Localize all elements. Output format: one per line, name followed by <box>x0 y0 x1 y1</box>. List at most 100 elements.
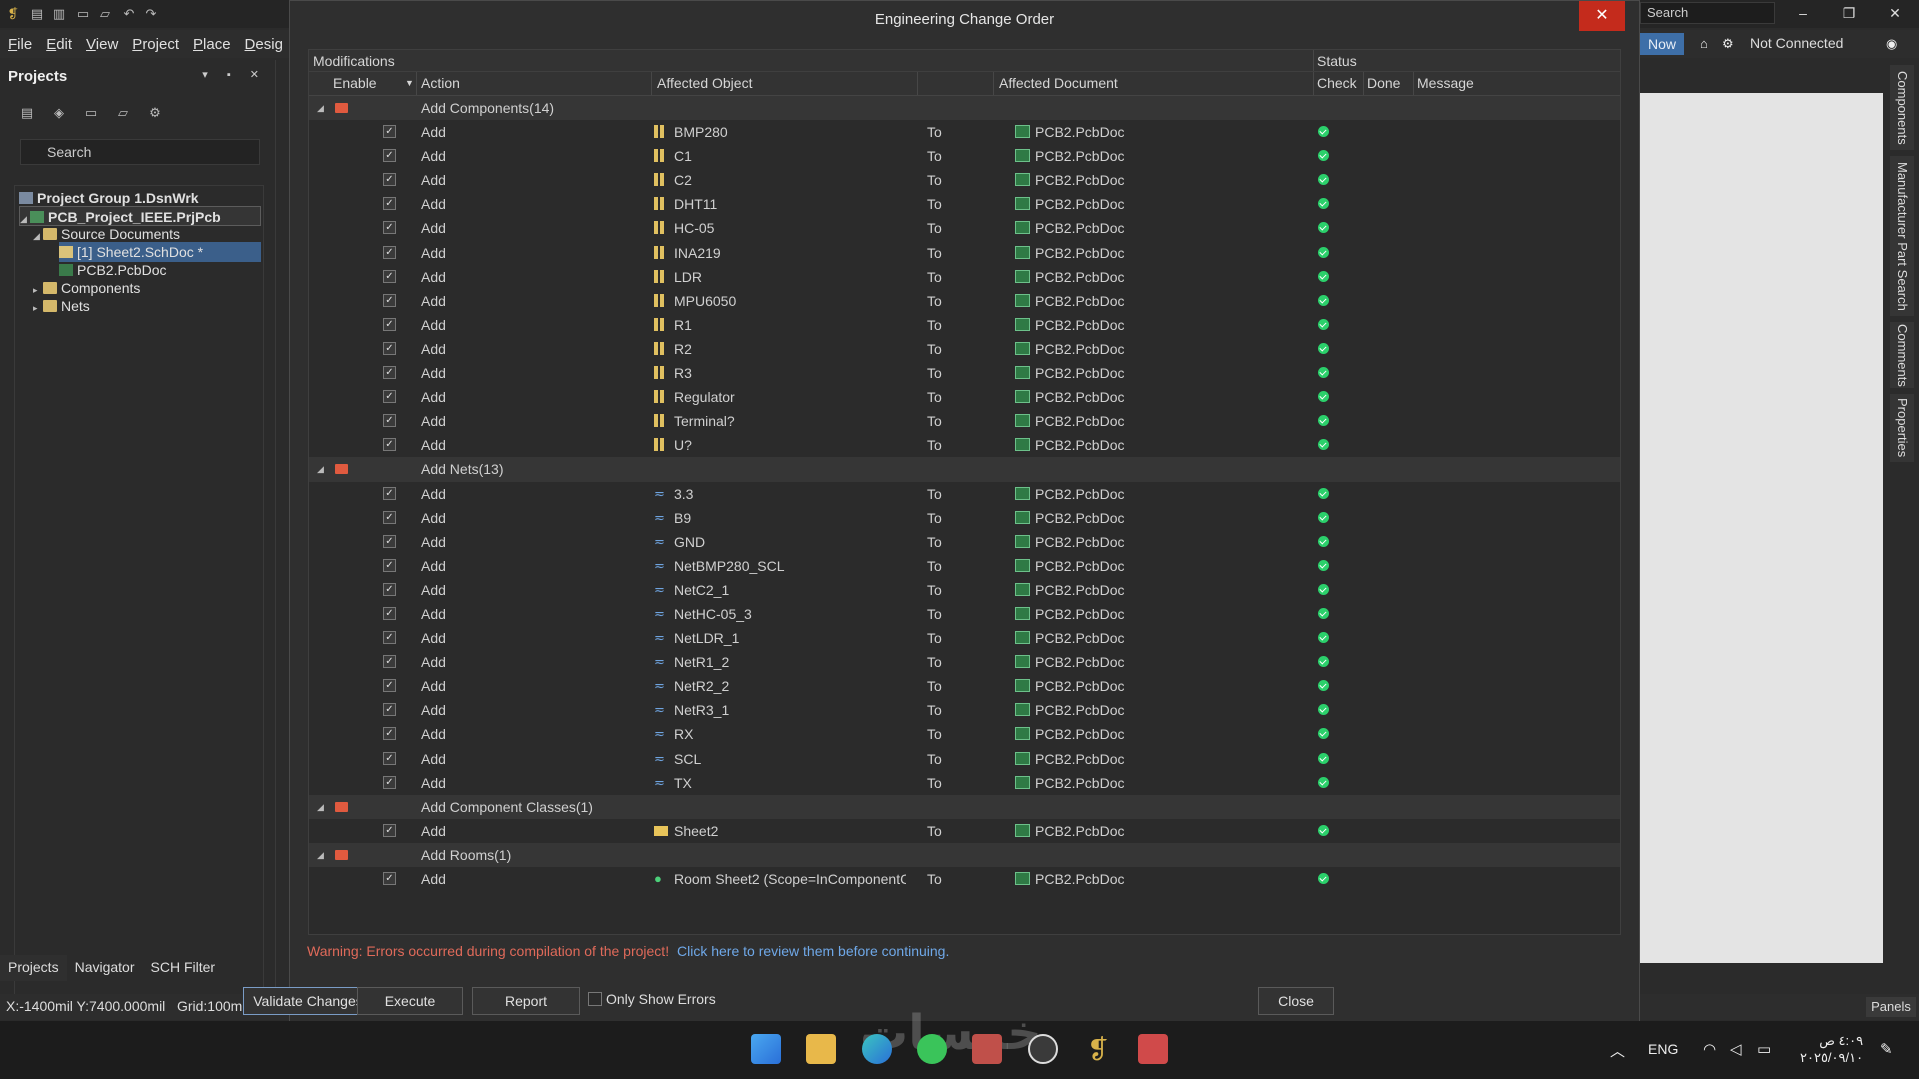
enable-checkbox[interactable]: ✓ <box>383 486 396 500</box>
minimize-button[interactable]: – <box>1780 0 1826 26</box>
collapse-arrow-icon[interactable]: ◢ <box>33 226 43 246</box>
redo-icon[interactable]: ↷ <box>142 5 160 23</box>
enable-checkbox[interactable]: ✓ <box>383 438 396 452</box>
menu-edit[interactable]: Edit <box>46 36 72 53</box>
whatsapp-icon[interactable] <box>917 1034 947 1064</box>
collapse-arrow-icon[interactable]: ◢ <box>317 96 324 120</box>
table-row[interactable]: ✓ Add ≂ SCL To PCB2.PcbDoc <box>309 747 1620 771</box>
table-row[interactable]: ✓ Add R2 To PCB2.PcbDoc <box>309 337 1620 361</box>
table-row[interactable]: ✓ Add ≂ NetHC-05_3 To PCB2.PcbDoc <box>309 602 1620 626</box>
enable-checkbox[interactable]: ✓ <box>383 872 396 885</box>
tree-source-documents[interactable]: ◢ Source Documents <box>33 224 180 244</box>
enable-checkbox[interactable]: ✓ <box>383 823 396 837</box>
tree-components[interactable]: ▸ Components <box>33 278 140 298</box>
enable-checkbox[interactable]: ✓ <box>383 631 396 645</box>
media-player-icon[interactable] <box>1028 1034 1058 1064</box>
collapse-arrow-icon[interactable]: ◢ <box>20 209 30 229</box>
tab-navigator[interactable]: Navigator <box>67 955 143 981</box>
collapse-arrow-icon[interactable]: ◢ <box>317 843 324 867</box>
enable-checkbox[interactable]: ✓ <box>383 703 396 717</box>
group-row[interactable]: ◢ Add Rooms(1) <box>309 842 1620 867</box>
save-project-icon[interactable]: ▤ <box>18 104 36 122</box>
only-show-errors-checkbox[interactable] <box>588 992 602 1006</box>
menu-project[interactable]: Project <box>132 36 179 53</box>
tab-projects[interactable]: Projects <box>0 955 67 981</box>
enable-checkbox[interactable]: ✓ <box>383 149 396 163</box>
table-row[interactable]: ✓ Add ≂ NetR2_2 To PCB2.PcbDoc <box>309 674 1620 698</box>
table-row[interactable]: ✓ Add ≂ NetR1_2 To PCB2.PcbDoc <box>309 650 1620 674</box>
table-row[interactable]: ✓ Add ≂ RX To PCB2.PcbDoc <box>309 722 1620 746</box>
notification-icon[interactable]: ✎ <box>1880 1040 1893 1058</box>
enable-checkbox[interactable]: ✓ <box>383 582 396 596</box>
open-project-icon[interactable]: ▱ <box>96 5 114 23</box>
tab-components[interactable]: Components <box>1890 65 1914 150</box>
tree-pcb2[interactable]: PCB2.PcbDoc <box>59 260 166 280</box>
collapse-arrow-icon[interactable]: ◢ <box>317 795 324 819</box>
table-row[interactable]: ✓ Add LDR To PCB2.PcbDoc <box>309 265 1620 289</box>
table-row[interactable]: ✓ Add C2 To PCB2.PcbDoc <box>309 168 1620 192</box>
close-button[interactable]: Close <box>1258 987 1334 1015</box>
snipping-icon[interactable] <box>1138 1034 1168 1064</box>
group-row[interactable]: ◢ Add Nets(13) <box>309 457 1620 482</box>
account-icon[interactable]: ◉ <box>1886 36 1897 52</box>
undo-icon[interactable]: ↶ <box>120 5 138 23</box>
panel-controls[interactable]: ▾ ▪ ✕ <box>202 68 267 81</box>
compile-icon[interactable]: ◈ <box>50 104 68 122</box>
projects-search-input[interactable]: Search <box>20 139 260 165</box>
table-row[interactable]: ✓ Add Regulator To PCB2.PcbDoc <box>309 385 1620 409</box>
table-row[interactable]: ✓ Add BMP280 To PCB2.PcbDoc <box>309 120 1620 144</box>
table-row[interactable]: ✓ Add ● Room Sheet2 (Scope=InComponentCl To P… <box>309 867 1620 891</box>
table-row[interactable]: ✓ Add ≂ NetR3_1 To PCB2.PcbDoc <box>309 698 1620 722</box>
execute-changes-button[interactable]: Execute Changes <box>357 987 463 1035</box>
table-row[interactable]: ✓ Add C1 To PCB2.PcbDoc <box>309 144 1620 168</box>
menu-file[interactable]: File <box>8 36 32 53</box>
review-errors-link[interactable]: Click here to review them before continu… <box>677 943 949 959</box>
tab-comments[interactable]: Comments <box>1890 322 1914 388</box>
tab-properties[interactable]: Properties <box>1890 394 1914 462</box>
enable-checkbox[interactable]: ✓ <box>383 558 396 572</box>
now-button[interactable]: Now <box>1640 33 1684 55</box>
table-row[interactable]: ✓ Add ≂ NetBMP280_SCL To PCB2.PcbDoc <box>309 554 1620 578</box>
table-row[interactable]: ✓ Add ≂ NetC2_1 To PCB2.PcbDoc <box>309 578 1620 602</box>
enable-checkbox[interactable]: ✓ <box>383 269 396 283</box>
battery-icon[interactable]: ▭ <box>1757 1040 1771 1058</box>
column-check[interactable]: Check <box>1317 75 1357 91</box>
group-row[interactable]: ◢ Add Components(14) <box>309 96 1620 121</box>
tree-nets[interactable]: ▸ Nets <box>33 296 90 316</box>
table-row[interactable]: ✓ Add ≂ TX To PCB2.PcbDoc <box>309 771 1620 795</box>
dialog-close-button[interactable]: ✕ <box>1579 1 1625 31</box>
close-folder-icon[interactable]: ▱ <box>114 104 132 122</box>
table-row[interactable]: ✓ Add R3 To PCB2.PcbDoc <box>309 361 1620 385</box>
volume-icon[interactable]: ◁ <box>1730 1040 1742 1058</box>
table-row[interactable]: ✓ Add HC-05 To PCB2.PcbDoc <box>309 216 1620 240</box>
tree-sheet2[interactable]: [1] Sheet2.SchDoc * <box>59 242 261 262</box>
tree-project[interactable]: ◢ PCB_Project_IEEE.PrjPcb <box>19 206 261 226</box>
enable-checkbox[interactable]: ✓ <box>383 510 396 524</box>
enable-checkbox[interactable]: ✓ <box>383 317 396 331</box>
menu-place[interactable]: Place <box>193 36 231 53</box>
enable-checkbox[interactable]: ✓ <box>383 366 396 380</box>
menu-design[interactable]: Desig <box>245 36 283 53</box>
tree-project-group[interactable]: Project Group 1.DsnWrk <box>19 188 199 208</box>
window-close-button[interactable]: ✕ <box>1872 0 1918 26</box>
altium-icon[interactable]: ❡ <box>1083 1034 1113 1064</box>
input-language[interactable]: ENG <box>1648 1041 1678 1057</box>
enable-checkbox[interactable]: ✓ <box>383 534 396 548</box>
editor-canvas[interactable] <box>1640 93 1883 963</box>
table-row[interactable]: ✓ Add Terminal? To PCB2.PcbDoc <box>309 409 1620 433</box>
enable-checkbox[interactable]: ✓ <box>383 655 396 669</box>
column-action[interactable]: Action <box>421 75 460 91</box>
enable-checkbox[interactable]: ✓ <box>383 390 396 404</box>
gear-icon[interactable]: ⚙ <box>1722 36 1734 52</box>
table-row[interactable]: ✓ Add ≂ NetLDR_1 To PCB2.PcbDoc <box>309 626 1620 650</box>
settings-icon[interactable]: ⚙ <box>146 104 164 122</box>
enable-checkbox[interactable]: ✓ <box>383 173 396 187</box>
table-row[interactable]: ✓ Add ≂ B9 To PCB2.PcbDoc <box>309 506 1620 530</box>
windows-icon[interactable] <box>751 1034 781 1064</box>
table-row[interactable]: ✓ Add U? To PCB2.PcbDoc <box>309 433 1620 457</box>
column-enable[interactable]: Enable <box>333 75 377 91</box>
table-row[interactable]: ✓ Add MPU6050 To PCB2.PcbDoc <box>309 289 1620 313</box>
store-icon[interactable] <box>972 1034 1002 1064</box>
menu-view[interactable]: View <box>86 36 118 53</box>
enable-checkbox[interactable]: ✓ <box>383 293 396 307</box>
